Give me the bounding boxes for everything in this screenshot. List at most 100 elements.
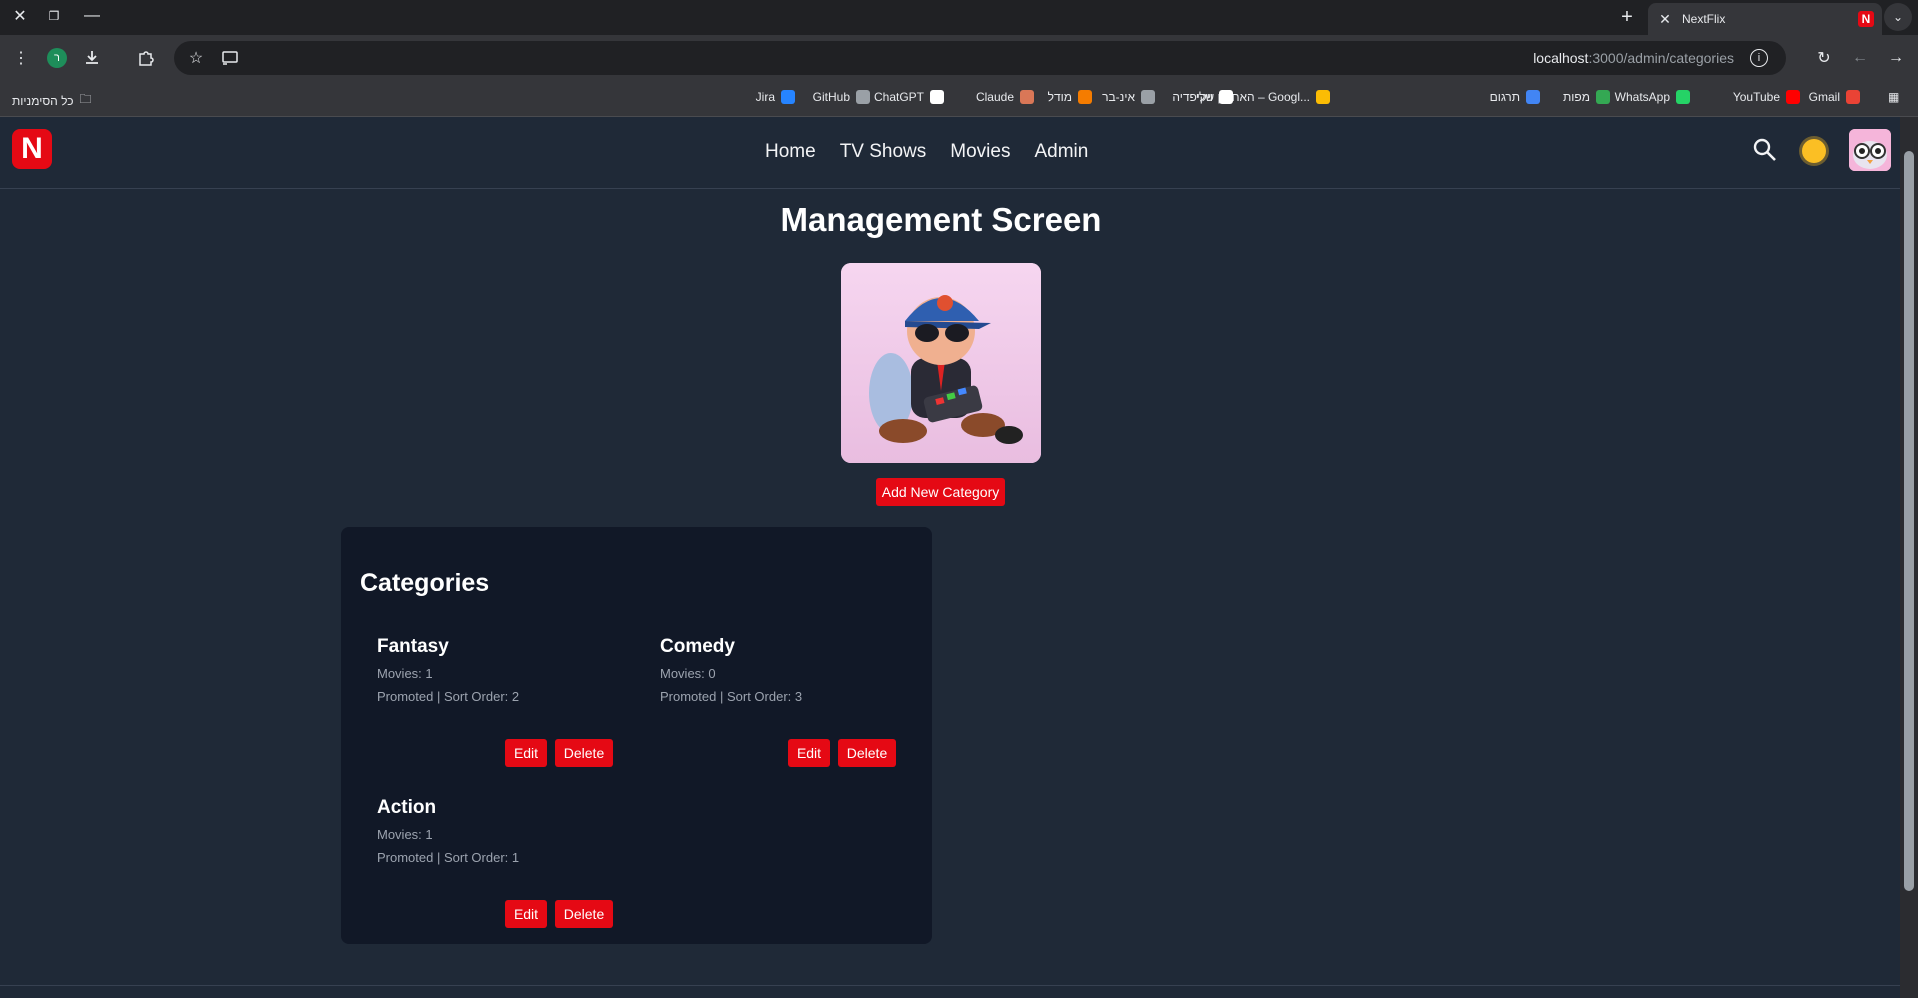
delete-button[interactable]: Delete <box>555 900 613 928</box>
menu-kebab-icon[interactable]: ⋮ <box>9 46 33 70</box>
category-name: Action <box>377 797 437 818</box>
url-text: localhost:3000/admin/categories <box>1533 50 1734 66</box>
profile-avatar[interactable]: ר <box>47 48 67 68</box>
reload-icon[interactable]: ↻ <box>1812 46 1836 70</box>
extensions-icon[interactable] <box>134 46 158 70</box>
bookmark-label: ויקיפדיה <box>1172 90 1213 104</box>
bookmark-item[interactable]: YouTube <box>1733 90 1800 104</box>
category-meta: Promoted | Sort Order: 3 <box>660 689 803 704</box>
delete-button[interactable]: Delete <box>838 739 896 767</box>
nav-admin[interactable]: Admin <box>1034 141 1088 163</box>
download-icon[interactable] <box>80 46 104 70</box>
bookmark-item[interactable]: אינ-בר <box>1102 90 1155 104</box>
category-card-action: Action Movies: 1 Promoted | Sort Order: … <box>377 797 613 928</box>
browser-toolbar: ⋮ ר ☆ localhost:3000/admin/categories i … <box>0 35 1918 81</box>
minimize-window-icon[interactable]: — <box>76 4 108 28</box>
bookmark-item[interactable]: Jira <box>756 90 795 104</box>
bookmark-favicon-icon <box>856 90 870 104</box>
close-window-icon[interactable]: ✕ <box>4 4 36 28</box>
search-icon[interactable] <box>1752 137 1778 163</box>
edit-button[interactable]: Edit <box>788 739 830 767</box>
tab-search-chevron-icon[interactable]: ⌄ <box>1884 3 1912 31</box>
scrollbar-thumb[interactable] <box>1904 151 1914 891</box>
bookmark-star-icon[interactable]: ☆ <box>184 46 208 70</box>
page-footer-divider <box>0 985 1900 998</box>
theme-toggle-sun-icon[interactable] <box>1802 139 1826 163</box>
bookmark-item[interactable]: WhatsApp <box>1615 90 1690 104</box>
bookmark-favicon-icon <box>1676 90 1690 104</box>
tab-title: NextFlix <box>1682 12 1726 26</box>
bookmark-label: ChatGPT <box>873 90 924 104</box>
user-avatar[interactable] <box>1849 129 1891 171</box>
address-bar[interactable]: ☆ localhost:3000/admin/categories i <box>174 41 1786 75</box>
all-bookmarks-label: כל הסימניות <box>12 93 74 108</box>
category-movie-count: Movies: 1 <box>377 827 433 842</box>
nav-movies[interactable]: Movies <box>950 141 1010 163</box>
bookmark-favicon-icon <box>930 90 944 104</box>
page-content: N Home TV Shows Movies Admin Management … <box>0 117 1900 998</box>
site-navbar: N Home TV Shows Movies Admin <box>0 117 1900 189</box>
category-movie-count: Movies: 0 <box>660 666 716 681</box>
bookmark-label: אינ-בר <box>1102 90 1135 104</box>
back-arrow-icon[interactable]: ← <box>1848 46 1872 70</box>
bookmark-item[interactable]: Claude <box>976 90 1034 104</box>
bookmark-label: תרגום <box>1489 90 1520 104</box>
bookmark-label: Gmail <box>1808 90 1840 104</box>
restore-window-icon[interactable]: ❐ <box>38 4 70 28</box>
bookmark-favicon-icon <box>1316 90 1330 104</box>
bookmark-label: GitHub <box>812 90 850 104</box>
bookmark-favicon-icon <box>1786 90 1800 104</box>
category-card-comedy: Comedy Movies: 0 Promoted | Sort Order: … <box>660 636 896 767</box>
category-actions: Edit Delete <box>505 739 613 767</box>
bookmark-label: מפות <box>1563 90 1590 104</box>
nav-tv-shows[interactable]: TV Shows <box>840 141 927 163</box>
category-movie-count: Movies: 1 <box>377 666 433 681</box>
nav-home[interactable]: Home <box>765 141 816 163</box>
browser-tab-strip: ✕ ❐ — + ✕ NextFlix N ⌄ <box>0 0 1918 35</box>
category-actions: Edit Delete <box>505 900 613 928</box>
edit-button[interactable]: Edit <box>505 739 547 767</box>
bookmark-label: Claude <box>975 90 1014 104</box>
category-name: Comedy <box>660 636 735 657</box>
bookmark-item[interactable]: ויקיפדיה <box>1172 90 1233 104</box>
nextflix-logo[interactable]: N <box>12 129 52 169</box>
delete-button[interactable]: Delete <box>555 739 613 767</box>
bookmark-label: WhatsApp <box>1614 90 1670 104</box>
main-nav: Home TV Shows Movies Admin <box>765 141 1088 163</box>
categories-panel: Categories Fantasy Movies: 1 Promoted | … <box>341 527 932 944</box>
categories-heading: Categories <box>360 569 490 597</box>
bookmark-item[interactable]: GitHub <box>813 90 870 104</box>
browser-tab[interactable]: ✕ NextFlix N <box>1648 3 1882 35</box>
bookmark-item[interactable]: מפות <box>1563 90 1610 104</box>
page-scrollbar[interactable] <box>1900 117 1918 998</box>
all-bookmarks-item[interactable]: כל הסימניות 🗀 <box>12 90 92 111</box>
bookmark-label: Jira <box>755 90 775 104</box>
bookmark-item[interactable]: ChatGPT <box>874 90 944 104</box>
site-info-icon[interactable]: i <box>1750 49 1768 67</box>
bookmark-favicon-icon <box>1020 90 1034 104</box>
bookmark-favicon-icon <box>781 90 795 104</box>
url-host: localhost <box>1533 50 1589 66</box>
bookmark-item[interactable]: מודל <box>1048 90 1092 104</box>
bookmark-item[interactable]: Gmail <box>1809 90 1860 104</box>
netflix-favicon-icon: N <box>1858 11 1874 27</box>
bookmark-favicon-icon <box>1526 90 1540 104</box>
bookmark-favicon-icon <box>1078 90 1092 104</box>
admin-mascot-image <box>841 263 1041 463</box>
bookmark-favicon-icon <box>1141 90 1155 104</box>
tab-close-icon[interactable]: ✕ <box>1656 11 1674 28</box>
folder-icon: 🗀 <box>79 92 92 106</box>
apps-grid-icon[interactable]: ▦ <box>1888 90 1899 104</box>
new-tab-button[interactable]: + <box>1614 5 1640 29</box>
category-name: Fantasy <box>377 636 449 657</box>
bookmarks-bar: כל הסימניות 🗀 ▦ Gmail YouTube WhatsApp מפות… <box>0 81 1918 117</box>
add-new-category-button[interactable]: Add New Category <box>876 478 1005 506</box>
forward-arrow-icon[interactable]: → <box>1884 46 1908 70</box>
bookmark-item[interactable]: תרגום <box>1490 90 1540 104</box>
bookmark-label: YouTube <box>1732 90 1780 104</box>
bookmark-label: מודל <box>1047 90 1072 104</box>
cast-icon[interactable] <box>218 46 242 70</box>
edit-button[interactable]: Edit <box>505 900 547 928</box>
category-meta: Promoted | Sort Order: 1 <box>377 850 520 865</box>
bookmark-favicon-icon <box>1219 90 1233 104</box>
